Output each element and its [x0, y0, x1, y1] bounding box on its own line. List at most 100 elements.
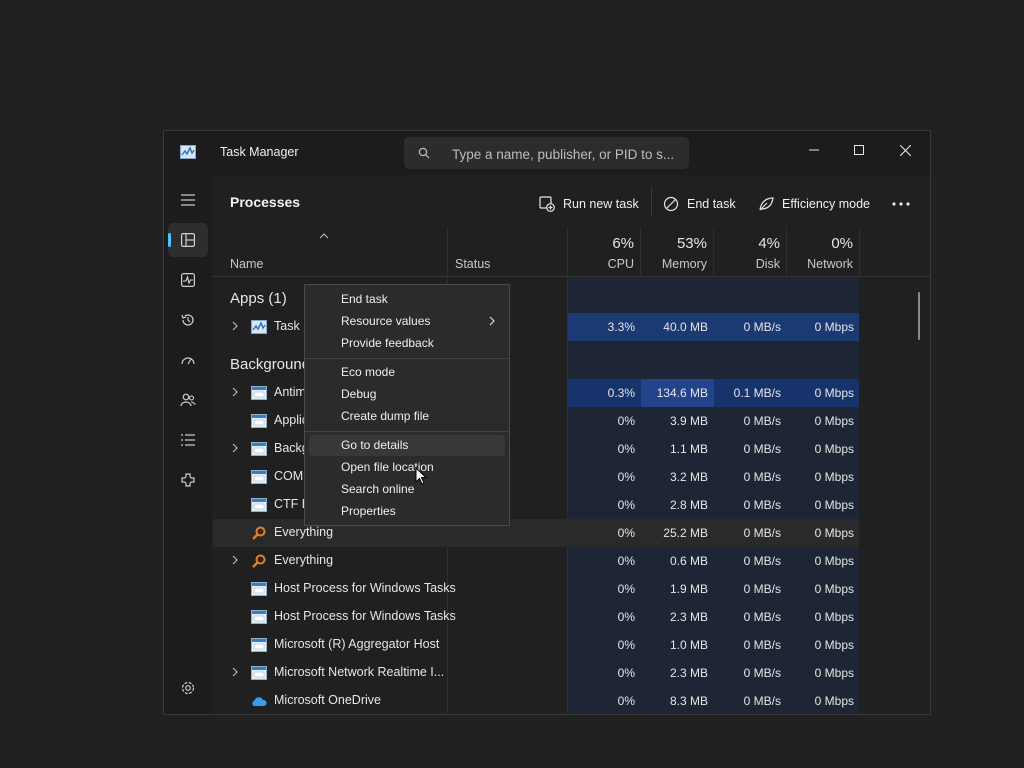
- toolbar-separator: [651, 187, 652, 217]
- end-task-button[interactable]: End task: [663, 187, 736, 221]
- column-header-cpu[interactable]: CPU: [567, 257, 634, 271]
- process-cpu-value: 0%: [617, 470, 635, 484]
- menu-item-label: Provide feedback: [341, 336, 434, 350]
- application-window-icon: [251, 386, 267, 400]
- menu-item-create-dump-file[interactable]: Create dump file: [309, 406, 505, 427]
- maximize-button[interactable]: [836, 135, 882, 165]
- process-name: Host Process for Windows Tasks: [274, 609, 456, 623]
- nav-users[interactable]: [168, 383, 208, 417]
- menu-item-search-online[interactable]: Search online: [309, 479, 505, 500]
- process-disk-value: 0 MB/s: [743, 442, 781, 456]
- window-title: Task Manager: [220, 145, 299, 159]
- application-window-icon: [251, 442, 267, 456]
- nav-processes[interactable]: [168, 223, 208, 257]
- column-header-disk[interactable]: Disk: [713, 257, 780, 271]
- table-row[interactable]: Host Process for Windows Tasks 0% 1.9 MB 0 …: [213, 575, 859, 603]
- process-name: Host Process for Windows Tasks: [274, 581, 456, 595]
- menu-item-label: Go to details: [341, 438, 409, 452]
- process-network-value: 0 Mbps: [787, 313, 859, 341]
- chevron-right-icon: [489, 316, 495, 326]
- hamburger-menu-button[interactable]: [168, 183, 208, 217]
- nav-startup-apps[interactable]: [168, 343, 208, 377]
- search-box[interactable]: [404, 137, 689, 169]
- column-header-network[interactable]: Network: [786, 257, 853, 271]
- process-disk-value: 0 MB/s: [743, 638, 781, 652]
- process-network-value: 0 Mbps: [814, 414, 854, 428]
- process-memory-value: 2.3 MB: [669, 666, 708, 680]
- application-window-icon: [251, 470, 267, 484]
- menu-separator: [305, 358, 509, 359]
- menu-item-label: Eco mode: [341, 365, 396, 379]
- process-memory-value: 8.3 MB: [669, 694, 708, 708]
- nav-app-history[interactable]: [168, 303, 208, 337]
- expand-chevron-icon[interactable]: [231, 554, 239, 566]
- process-cpu-value: 0.3%: [568, 379, 641, 407]
- more-options-button[interactable]: [892, 187, 918, 221]
- application-window-icon: [251, 414, 267, 428]
- menu-item-resource-values[interactable]: Resource values: [309, 311, 505, 332]
- menu-item-end-task[interactable]: End task: [309, 289, 505, 310]
- table-row[interactable]: Microsoft Network Realtime I... 0% 2.3 MB 0…: [213, 659, 859, 687]
- network-total-percent: 0%: [831, 235, 853, 252]
- process-network-value: 0 Mbps: [814, 442, 854, 456]
- process-cpu-value: 0%: [617, 554, 635, 568]
- process-disk-value: 0 MB/s: [743, 666, 781, 680]
- process-memory-value: 2.3 MB: [669, 610, 708, 624]
- process-name: Everything: [274, 525, 334, 539]
- menu-item-go-to-details[interactable]: Go to details: [309, 435, 505, 456]
- process-cpu-value: 0%: [617, 526, 635, 540]
- mouse-cursor-icon: [415, 467, 427, 485]
- process-cpu-value: 0%: [617, 414, 635, 428]
- menu-item-label: Properties: [341, 504, 396, 518]
- scrollbar-thumb[interactable]: [918, 292, 920, 340]
- minimize-button[interactable]: [791, 135, 837, 165]
- efficiency-mode-button[interactable]: Efficiency mode: [758, 187, 870, 221]
- efficiency-mode-label: Efficiency mode: [782, 197, 871, 211]
- process-disk-value: 0 MB/s: [714, 313, 787, 341]
- sort-ascending-icon: [319, 233, 329, 239]
- expand-chevron-icon[interactable]: [231, 386, 239, 398]
- end-task-label: End task: [687, 197, 736, 211]
- nav-performance[interactable]: [168, 263, 208, 297]
- column-divider: [786, 227, 787, 277]
- services-icon: [181, 473, 195, 487]
- menu-item-provide-feedback[interactable]: Provide feedback: [309, 333, 505, 354]
- column-header-name[interactable]: Name: [230, 257, 263, 271]
- process-disk-value: 0 MB/s: [743, 582, 781, 596]
- expand-chevron-icon[interactable]: [231, 666, 239, 678]
- disk-total-percent: 4%: [758, 235, 780, 252]
- column-divider: [640, 227, 641, 277]
- process-cpu-value: 0%: [617, 610, 635, 624]
- table-row[interactable]: Microsoft OneDrive 0% 8.3 MB 0 MB/s 0 Mbps: [213, 687, 859, 712]
- column-header-memory[interactable]: Memory: [640, 257, 707, 271]
- more-options-icon: [892, 202, 910, 206]
- expand-chevron-icon[interactable]: [231, 320, 239, 332]
- menu-item-open-file-location[interactable]: Open file location: [309, 457, 505, 478]
- cloud-icon: [252, 697, 267, 706]
- menu-item-eco-mode[interactable]: Eco mode: [309, 362, 505, 383]
- expand-chevron-icon[interactable]: [231, 442, 239, 454]
- close-button[interactable]: [882, 135, 928, 165]
- process-name: Microsoft Network Realtime I...: [274, 665, 445, 679]
- table-row[interactable]: Host Process for Windows Tasks 0% 2.3 MB 0 …: [213, 603, 859, 631]
- app-history-icon: [181, 314, 194, 326]
- process-network-value: 0 Mbps: [814, 694, 854, 708]
- run-new-task-button[interactable]: Run new task: [539, 187, 639, 221]
- table-row[interactable]: Everything 0% 0.6 MB 0 MB/s 0 Mbps: [213, 547, 859, 575]
- column-header-status[interactable]: Status: [455, 257, 490, 271]
- process-network-value: 0 Mbps: [814, 582, 854, 596]
- search-input[interactable]: [450, 143, 684, 165]
- process-network-value: 0 Mbps: [814, 638, 854, 652]
- table-row[interactable]: Microsoft (R) Aggregator Host 0% 1.0 MB 0 M…: [213, 631, 859, 659]
- nav-settings[interactable]: [168, 671, 208, 705]
- nav-services[interactable]: [168, 463, 208, 497]
- minimize-icon: [809, 149, 819, 151]
- application-window-icon: [251, 582, 267, 596]
- menu-item-label: Search online: [341, 482, 415, 496]
- processes-icon: [181, 233, 195, 247]
- nav-details[interactable]: [168, 423, 208, 457]
- menu-item-debug[interactable]: Debug: [309, 384, 505, 405]
- process-memory-value: 134.6 MB: [641, 379, 714, 407]
- magnifier-icon: [252, 554, 266, 568]
- menu-item-properties[interactable]: Properties: [309, 501, 505, 522]
